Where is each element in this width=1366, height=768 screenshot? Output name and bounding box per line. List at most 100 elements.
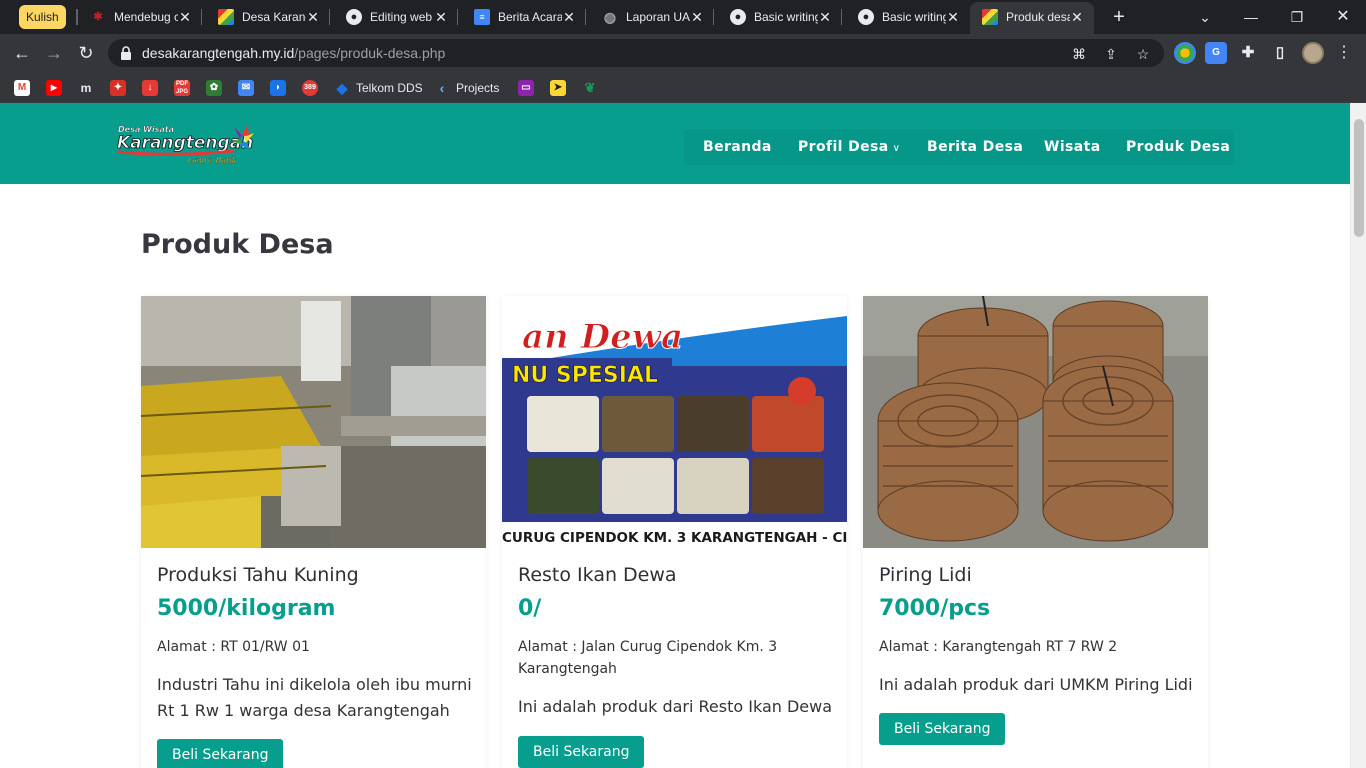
logo-tagline-text: Genre Batik xyxy=(188,156,237,165)
address-bar[interactable]: desakarangtengah.my.id/pages/produk-desa… xyxy=(108,39,1164,67)
product-price: 7000/pcs xyxy=(879,596,991,621)
bookmark-item[interactable]: ✿ xyxy=(206,78,222,96)
nav-produk-desa[interactable]: Produk Desa xyxy=(1126,129,1230,165)
nav-profil-desa[interactable]: Profil Desa ∨ xyxy=(798,129,900,165)
product-address: Alamat : Jalan Curug Cipendok Km. 3 Kara… xyxy=(518,639,778,677)
browser-menu-icon[interactable]: ⋮ xyxy=(1334,42,1354,64)
back-icon[interactable]: ← xyxy=(10,41,34,65)
tab-separator xyxy=(457,9,458,25)
minimize-icon[interactable]: — xyxy=(1238,4,1264,30)
extension-color-icon[interactable] xyxy=(1174,42,1196,64)
product-image-tofu[interactable] xyxy=(141,296,486,548)
browser-tab[interactable]: ◍ Laporan UA ✕ xyxy=(590,0,714,34)
close-icon[interactable]: ✕ xyxy=(816,8,834,26)
site-favicon xyxy=(982,9,998,25)
bookmark-item[interactable]: PDF JPG xyxy=(174,78,190,96)
url-path: /pages/produk-desa.php xyxy=(294,45,446,61)
bookmark-item[interactable]: M xyxy=(14,78,30,96)
close-icon[interactable]: ✕ xyxy=(560,8,578,26)
extensions-puzzle-icon[interactable]: ✚ xyxy=(1237,42,1259,64)
close-icon[interactable]: ✕ xyxy=(688,8,706,26)
browser-tab[interactable]: ≡ Berita Acara ✕ xyxy=(462,0,586,34)
banner-title: an Dewa xyxy=(522,317,683,357)
chevron-left-icon: ‹ xyxy=(439,79,445,96)
browser-tab[interactable]: Desa Karang ✕ xyxy=(206,0,330,34)
reload-icon[interactable]: ↻ xyxy=(74,41,98,65)
google-docs-icon: ≡ xyxy=(474,9,490,25)
product-image-resto[interactable]: an Dewa NU SPESIAL CURUG CIPENDOK KM. 3 … xyxy=(502,296,847,548)
bookmark-item[interactable]: m xyxy=(78,78,94,96)
buy-now-button[interactable]: Beli Sekarang xyxy=(518,736,645,768)
close-icon[interactable]: ✕ xyxy=(1068,8,1086,26)
product-address: Alamat : Karangtengah RT 7 RW 2 xyxy=(879,639,1118,655)
bookmark-item[interactable]: ↓ xyxy=(142,78,158,96)
product-description: Industri Tahu ini dikelola oleh ibu murn… xyxy=(157,675,472,720)
profile-avatar[interactable] xyxy=(1302,42,1324,64)
pdf-jpg-icon: PDF JPG xyxy=(174,79,190,96)
nav-wisata[interactable]: Wisata xyxy=(1044,129,1101,165)
gmail-icon: M xyxy=(14,79,30,96)
scrollbar-thumb[interactable] xyxy=(1354,119,1364,237)
tab-group-label[interactable]: Kulish xyxy=(19,5,66,29)
leaf-icon: ❦ xyxy=(584,79,596,95)
bookmark-item[interactable]: 389 xyxy=(302,78,318,96)
nav-beranda[interactable]: Beranda xyxy=(703,129,772,165)
tab-search-icon[interactable]: ⌄ xyxy=(1192,4,1218,30)
bookmark-item[interactable]: ▭ xyxy=(518,78,534,96)
browser-tab[interactable]: ● Editing web ✕ xyxy=(334,0,458,34)
share-icon[interactable]: ⇪ xyxy=(1102,45,1120,63)
browser-tab[interactable]: ● Basic writing ✕ xyxy=(718,0,842,34)
side-panel-icon[interactable]: ▯ xyxy=(1269,42,1291,64)
browser-tab[interactable]: ● Basic writing ✕ xyxy=(846,0,970,34)
bookmark-star-icon[interactable]: ☆ xyxy=(1134,45,1152,63)
product-price: 5000/kilogram xyxy=(157,596,336,621)
nav-berita-desa[interactable]: Berita Desa xyxy=(927,129,1023,165)
browser-tab[interactable]: ✱ Mendebug c ✕ xyxy=(78,0,202,34)
banner-subtitle: NU SPESIAL xyxy=(512,363,658,388)
edge-icon: ◗ xyxy=(270,79,286,96)
bookmark-item[interactable]: ✉ xyxy=(238,78,254,96)
buy-now-button[interactable]: Beli Sekarang xyxy=(879,713,1006,745)
product-image-piring-lidi[interactable] xyxy=(863,296,1208,548)
nav-label: Profil Desa xyxy=(798,139,889,155)
product-address: Alamat : RT 01/RW 01 xyxy=(157,639,310,655)
buy-now-button[interactable]: Beli Sekarang xyxy=(157,739,284,768)
mn-icon: m xyxy=(80,80,92,95)
close-icon[interactable]: ✕ xyxy=(176,8,194,26)
bookmark-item[interactable]: ✦ xyxy=(110,78,126,96)
page-viewport: Desa Wisata Karangtengah Genre Batik Ber… xyxy=(0,103,1350,768)
bookmark-projects[interactable]: ‹ Projects xyxy=(434,78,500,96)
bookmark-item[interactable]: ❦ xyxy=(582,78,598,96)
product-description: Ini adalah produk dari UMKM Piring Lidi xyxy=(879,675,1193,694)
close-icon[interactable]: ✕ xyxy=(944,8,962,26)
url-host: desakarangtengah.my.id xyxy=(142,45,295,61)
bookmark-item[interactable]: ▶ xyxy=(46,78,62,96)
close-icon[interactable]: ✕ xyxy=(304,8,322,26)
url-text[interactable]: desakarangtengah.my.id/pages/produk-desa… xyxy=(142,45,445,61)
bookmark-label: Telkom DDS xyxy=(356,80,423,95)
page-title: Produk Desa xyxy=(141,229,334,260)
site-favicon xyxy=(218,9,234,25)
site-logo[interactable]: Desa Wisata Karangtengah Genre Batik xyxy=(116,121,256,171)
google-translate-icon[interactable]: G xyxy=(1205,42,1227,64)
mail-icon: ✉ xyxy=(238,79,254,96)
lock-icon[interactable] xyxy=(118,45,134,61)
tab-title: Berita Acara xyxy=(498,10,562,24)
bookmark-label: Projects xyxy=(456,80,500,95)
tab-separator xyxy=(201,9,202,25)
new-tab-button[interactable]: + xyxy=(1108,6,1130,28)
dev-icon: ✱ xyxy=(93,11,103,23)
github-icon: ● xyxy=(346,9,362,25)
bookmark-item[interactable]: ◗ xyxy=(270,78,286,96)
product-title: Produksi Tahu Kuning xyxy=(157,564,359,586)
restore-icon[interactable]: ❐ xyxy=(1284,4,1310,30)
bookmark-telkom-dds[interactable]: ◆ Telkom DDS xyxy=(334,78,423,96)
forward-icon[interactable]: → xyxy=(42,41,66,65)
translate-icon[interactable]: ⌘ xyxy=(1070,45,1088,63)
browser-tab-strip: Kulish ✱ Mendebug c ✕ Desa Karang ✕ ● Ed… xyxy=(0,0,1366,34)
browser-tab-active[interactable]: Produk desa ✕ xyxy=(970,2,1094,34)
bookmark-item[interactable]: ➤ xyxy=(550,78,566,96)
page-scrollbar[interactable] xyxy=(1350,103,1366,768)
close-icon[interactable]: ✕ xyxy=(432,8,450,26)
close-window-icon[interactable]: ✕ xyxy=(1330,4,1356,30)
